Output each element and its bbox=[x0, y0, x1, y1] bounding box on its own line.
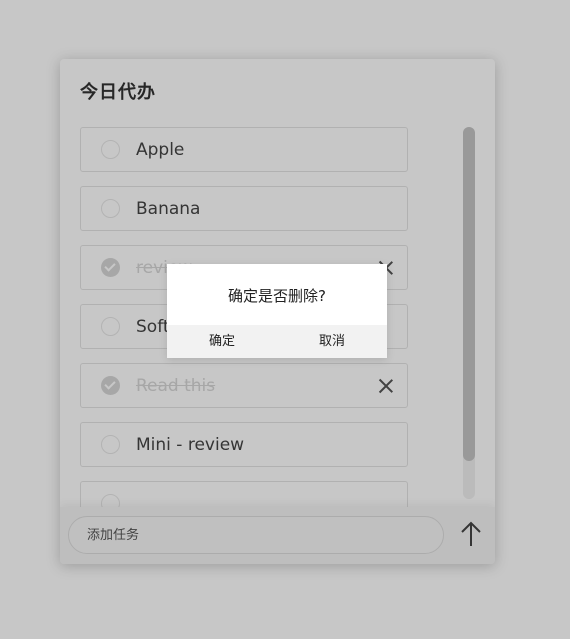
confirm-button[interactable]: 确定 bbox=[167, 325, 277, 358]
cancel-button[interactable]: 取消 bbox=[277, 325, 387, 358]
confirm-delete-dialog: 确定是否删除? 确定 取消 bbox=[167, 264, 387, 358]
dialog-actions: 确定 取消 bbox=[167, 325, 387, 358]
dialog-message: 确定是否删除? bbox=[228, 287, 326, 305]
app-stage: 今日代办 Apple Banana review Software Rea bbox=[0, 0, 570, 639]
